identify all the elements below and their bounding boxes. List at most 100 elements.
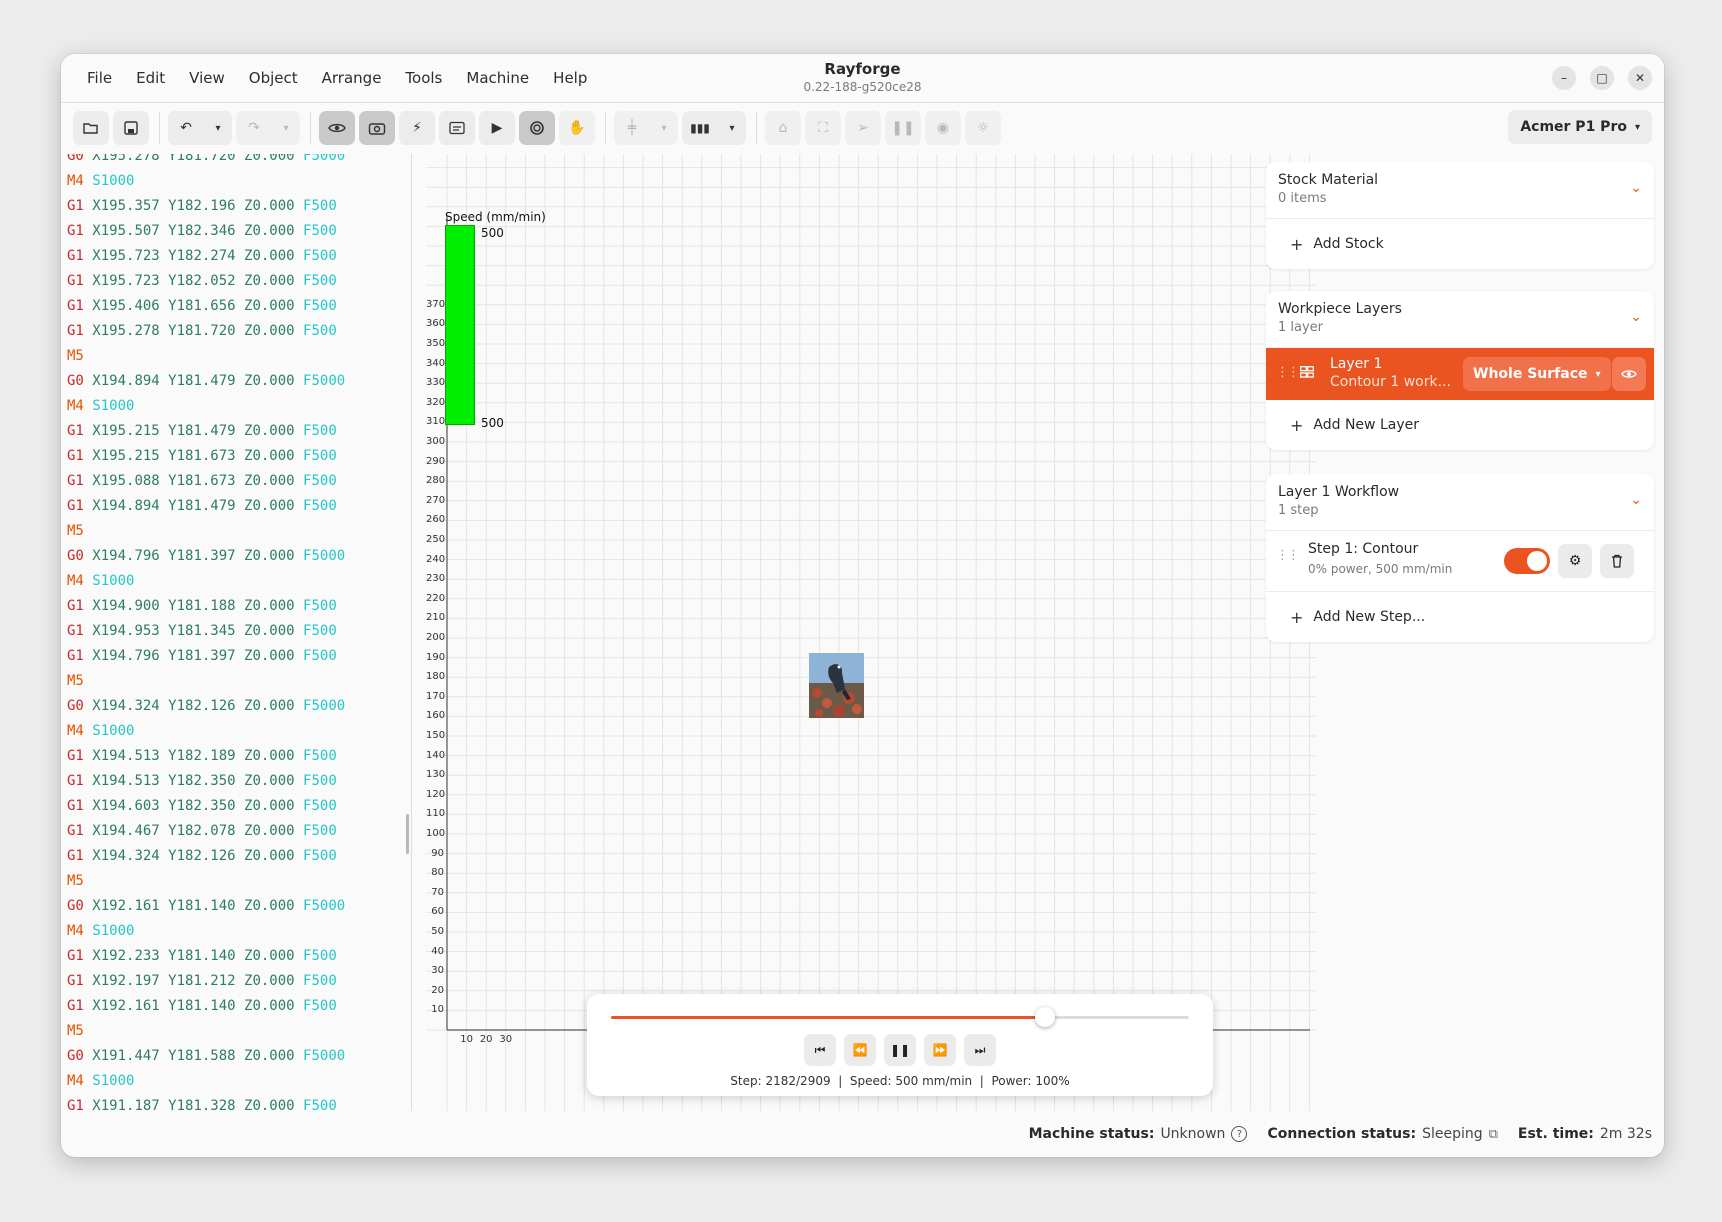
undo-button[interactable]: ↶ bbox=[168, 111, 204, 145]
playback-slider-knob[interactable] bbox=[1034, 1007, 1055, 1027]
menu-view[interactable]: View bbox=[177, 69, 237, 87]
gcode-line[interactable]: G1 X192.161 Y181.140 Z0.000 F500 bbox=[67, 998, 337, 1023]
simulate-button[interactable]: ▶ bbox=[479, 111, 515, 145]
gcode-view-button[interactable] bbox=[439, 111, 475, 145]
send-button[interactable]: ➢ bbox=[845, 111, 881, 145]
add-step-button[interactable]: + Add New Step... bbox=[1266, 592, 1654, 642]
toggle-preview-button[interactable] bbox=[319, 111, 355, 145]
chevron-down-icon[interactable]: ⌄ bbox=[1630, 309, 1642, 325]
undo-dropdown-button[interactable]: ▾ bbox=[204, 111, 232, 145]
menu-object[interactable]: Object bbox=[237, 69, 310, 87]
gcode-line[interactable]: G1 X195.215 Y181.479 Z0.000 F500 bbox=[67, 423, 337, 448]
gcode-line[interactable]: G1 X192.197 Y181.212 Z0.000 F500 bbox=[67, 973, 337, 998]
add-stock-button[interactable]: + Add Stock bbox=[1266, 219, 1654, 269]
gcode-line[interactable]: G1 X195.278 Y181.720 Z0.000 F500 bbox=[67, 323, 337, 348]
frame-button[interactable]: ⛶ bbox=[805, 111, 841, 145]
redo-dropdown-button[interactable]: ▾ bbox=[272, 111, 300, 145]
gcode-line[interactable]: M5 bbox=[67, 523, 84, 548]
gcode-line[interactable]: G0 X194.324 Y182.126 Z0.000 F5000 bbox=[67, 698, 345, 723]
gcode-panel[interactable]: G0 X195.278 Y181.720 Z0.000 F5000 M4 S100… bbox=[61, 154, 411, 1111]
machine-selector[interactable]: Acmer P1 Pro ▾ bbox=[1508, 110, 1652, 144]
playback-slider[interactable] bbox=[611, 1007, 1189, 1027]
gcode-line[interactable]: M4 S1000 bbox=[67, 923, 134, 948]
distribute-button[interactable]: ▮▮▮ bbox=[682, 111, 718, 145]
gcode-line[interactable]: G1 X194.467 Y182.078 Z0.000 F500 bbox=[67, 823, 337, 848]
pause-job-button[interactable]: ❚❚ bbox=[885, 111, 921, 145]
close-button[interactable]: ✕ bbox=[1628, 66, 1652, 90]
menu-machine[interactable]: Machine bbox=[454, 69, 541, 87]
gcode-line[interactable]: G1 X194.900 Y181.188 Z0.000 F500 bbox=[67, 598, 337, 623]
gcode-line[interactable]: G1 X195.215 Y181.673 Z0.000 F500 bbox=[67, 448, 337, 473]
gcode-line[interactable]: G0 X194.894 Y181.479 Z0.000 F5000 bbox=[67, 373, 345, 398]
workpiece-layers-header[interactable]: Workpiece Layers 1 layer ⌄ bbox=[1266, 291, 1654, 348]
gcode-line[interactable]: G1 X194.953 Y181.345 Z0.000 F500 bbox=[67, 623, 337, 648]
gcode-line[interactable]: M4 S1000 bbox=[67, 398, 134, 423]
step-back-button[interactable]: ⏪ bbox=[844, 1034, 876, 1066]
gcode-line[interactable]: M5 bbox=[67, 348, 84, 373]
gcode-line[interactable]: G0 X194.796 Y181.397 Z0.000 F5000 bbox=[67, 548, 345, 573]
gcode-line[interactable]: G1 X194.796 Y181.397 Z0.000 F500 bbox=[67, 648, 337, 673]
clear-alarm-button[interactable]: ☼ bbox=[965, 111, 1001, 145]
gcode-line[interactable]: M5 bbox=[67, 1023, 84, 1048]
camera-button[interactable] bbox=[359, 111, 395, 145]
maximize-button[interactable]: □ bbox=[1590, 66, 1614, 90]
optimize-path-button[interactable]: ⚡ bbox=[399, 111, 435, 145]
laser-button[interactable] bbox=[519, 111, 555, 145]
home-button[interactable]: ⌂ bbox=[765, 111, 801, 145]
gcode-line[interactable]: G1 X194.894 Y181.479 Z0.000 F500 bbox=[67, 498, 337, 523]
align-dropdown-button[interactable]: ▾ bbox=[650, 111, 678, 145]
gcode-line[interactable]: G1 X194.513 Y182.350 Z0.000 F500 bbox=[67, 773, 337, 798]
open-file-button[interactable] bbox=[73, 111, 109, 145]
gcode-line[interactable]: G0 X191.447 Y181.588 Z0.000 F5000 bbox=[67, 1048, 345, 1073]
step-settings-button[interactable]: ⚙ bbox=[1558, 544, 1592, 578]
gcode-line[interactable]: G1 X194.324 Y182.126 Z0.000 F500 bbox=[67, 848, 337, 873]
pane-resize-handle[interactable] bbox=[406, 814, 409, 854]
menu-arrange[interactable]: Arrange bbox=[310, 69, 394, 87]
gcode-line[interactable]: M4 S1000 bbox=[67, 573, 134, 598]
menu-file[interactable]: File bbox=[75, 69, 124, 87]
gcode-line[interactable]: M5 bbox=[67, 873, 84, 898]
gcode-line[interactable]: G1 X195.507 Y182.346 Z0.000 F500 bbox=[67, 223, 337, 248]
gcode-line[interactable]: G1 X195.357 Y182.196 Z0.000 F500 bbox=[67, 198, 337, 223]
menu-tools[interactable]: Tools bbox=[393, 69, 454, 87]
gcode-line[interactable]: M4 S1000 bbox=[67, 723, 134, 748]
gcode-line[interactable]: M4 S1000 bbox=[67, 1073, 134, 1098]
menu-help[interactable]: Help bbox=[541, 69, 599, 87]
gcode-line[interactable]: G1 X195.406 Y181.656 Z0.000 F500 bbox=[67, 298, 337, 323]
gcode-line[interactable]: G1 X191.187 Y181.328 Z0.000 F500 bbox=[67, 1098, 337, 1111]
gcode-line[interactable]: G0 X192.161 Y181.140 Z0.000 F5000 bbox=[67, 898, 345, 923]
layer-visibility-button[interactable] bbox=[1612, 357, 1646, 391]
skip-to-end-button[interactable]: ⏭ bbox=[964, 1034, 996, 1066]
chevron-down-icon[interactable]: ⌄ bbox=[1630, 180, 1642, 196]
help-circle-icon[interactable]: ? bbox=[1231, 1126, 1248, 1142]
layer-mode-dropdown[interactable]: Whole Surface ▾ bbox=[1463, 357, 1611, 391]
redo-button[interactable]: ↷ bbox=[236, 111, 272, 145]
workflow-header[interactable]: Layer 1 Workflow 1 step ⌄ bbox=[1266, 474, 1654, 531]
save-file-button[interactable] bbox=[113, 111, 149, 145]
gcode-line[interactable]: G1 X194.603 Y182.350 Z0.000 F500 bbox=[67, 798, 337, 823]
add-layer-button[interactable]: + Add New Layer bbox=[1266, 400, 1654, 450]
gcode-line[interactable]: G1 X195.723 Y182.274 Z0.000 F500 bbox=[67, 248, 337, 273]
gcode-line[interactable]: G1 X192.233 Y181.140 Z0.000 F500 bbox=[67, 948, 337, 973]
hold-button[interactable]: ✋ bbox=[559, 111, 595, 145]
workflow-step-row[interactable]: ⋮⋮ Step 1: Contour 0% power, 500 mm/min … bbox=[1266, 531, 1654, 592]
drag-handle-icon[interactable]: ⋮⋮ bbox=[1276, 365, 1300, 380]
drag-handle-icon[interactable]: ⋮⋮ bbox=[1276, 548, 1300, 563]
chevron-down-icon[interactable]: ⌄ bbox=[1630, 492, 1642, 508]
layer-row[interactable]: ⋮⋮ Layer 1 Contour 1 work... Whole Surfa… bbox=[1266, 348, 1654, 400]
gcode-line[interactable]: G1 X195.723 Y182.052 Z0.000 F500 bbox=[67, 273, 337, 298]
gcode-line[interactable]: G1 X194.513 Y182.189 Z0.000 F500 bbox=[67, 748, 337, 773]
gcode-line[interactable]: G1 X195.088 Y181.673 Z0.000 F500 bbox=[67, 473, 337, 498]
gcode-line[interactable]: M5 bbox=[67, 673, 84, 698]
step-forward-button[interactable]: ⏩ bbox=[924, 1034, 956, 1066]
gcode-line[interactable]: G0 X195.278 Y181.720 Z0.000 F5000 bbox=[67, 154, 345, 173]
pause-playback-button[interactable]: ❚❚ bbox=[884, 1034, 916, 1066]
minimize-button[interactable]: – bbox=[1552, 66, 1576, 90]
step-enabled-toggle[interactable] bbox=[1504, 548, 1550, 574]
distribute-dropdown-button[interactable]: ▾ bbox=[718, 111, 746, 145]
menu-edit[interactable]: Edit bbox=[124, 69, 177, 87]
stock-material-header[interactable]: Stock Material 0 items ⌄ bbox=[1266, 162, 1654, 219]
stop-job-button[interactable]: ◉ bbox=[925, 111, 961, 145]
align-button[interactable]: ╪ bbox=[614, 111, 650, 145]
skip-to-start-button[interactable]: ⏮ bbox=[804, 1034, 836, 1066]
